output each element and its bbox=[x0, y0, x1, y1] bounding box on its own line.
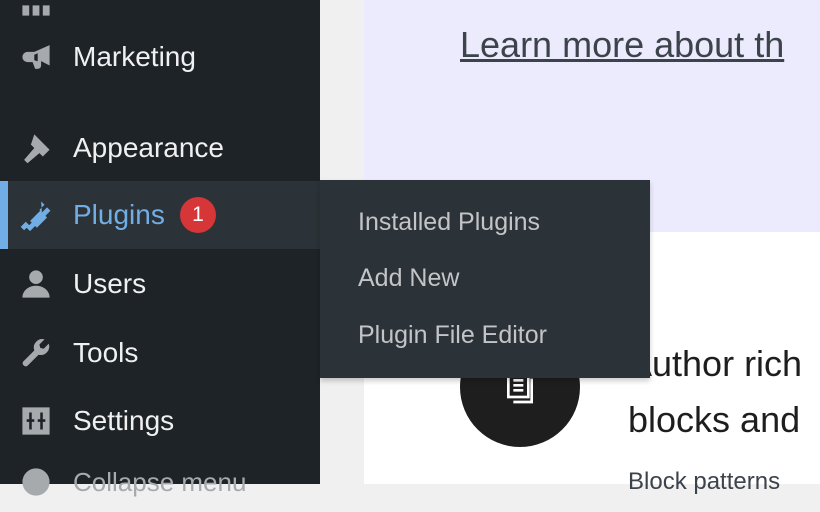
sidebar-item-label: Plugins bbox=[73, 199, 165, 230]
admin-sidebar: Marketing Appearance Plugins 1 Users Too… bbox=[0, 0, 320, 497]
sidebar-item-label: Collapse menu bbox=[73, 466, 247, 497]
collapse-menu-button[interactable]: Collapse menu bbox=[0, 452, 320, 512]
sidebar-item-tools[interactable]: Tools bbox=[0, 323, 320, 383]
sidebar-item-settings[interactable]: Settings bbox=[0, 391, 320, 451]
sliders-icon bbox=[18, 403, 54, 439]
sidebar-item-users[interactable]: Users bbox=[0, 254, 320, 314]
sidebar-item-label: Settings bbox=[73, 405, 175, 436]
plugins-flyout-submenu: Installed Plugins Add New Plugin File Ed… bbox=[320, 180, 650, 378]
sidebar-item-marketing[interactable]: Marketing bbox=[0, 27, 320, 87]
feature-title-line: Author rich bbox=[628, 343, 803, 384]
sidebar-item-label: Marketing bbox=[73, 41, 196, 72]
flyout-pointer bbox=[306, 205, 320, 233]
submenu-plugin-file-editor[interactable]: Plugin File Editor bbox=[358, 318, 547, 352]
wrench-icon bbox=[18, 335, 54, 371]
update-count-badge: 1 bbox=[180, 197, 216, 233]
submenu-installed-plugins[interactable]: Installed Plugins bbox=[358, 205, 540, 239]
user-icon bbox=[18, 266, 54, 302]
feature-title: Author rich blocks and bbox=[628, 336, 820, 448]
sidebar-item-label: Tools bbox=[73, 337, 139, 368]
megaphone-icon bbox=[18, 39, 54, 75]
current-item-indicator bbox=[0, 181, 8, 249]
sidebar-item-label: Appearance bbox=[73, 132, 225, 163]
sidebar-item-plugins[interactable]: Plugins 1 bbox=[0, 181, 320, 249]
collapse-arrow-icon bbox=[18, 464, 54, 500]
feature-description: Block patterns bbox=[628, 468, 781, 495]
sidebar-item-appearance[interactable]: Appearance bbox=[0, 118, 320, 178]
learn-more-link[interactable]: Learn more about th bbox=[460, 24, 784, 66]
feature-title-line: blocks and bbox=[628, 399, 801, 440]
submenu-add-new[interactable]: Add New bbox=[358, 261, 459, 295]
sidebar-item-label: Users bbox=[73, 268, 147, 299]
paintbrush-icon bbox=[18, 130, 54, 166]
grid-icon bbox=[18, 0, 54, 20]
plugin-icon bbox=[18, 197, 54, 233]
